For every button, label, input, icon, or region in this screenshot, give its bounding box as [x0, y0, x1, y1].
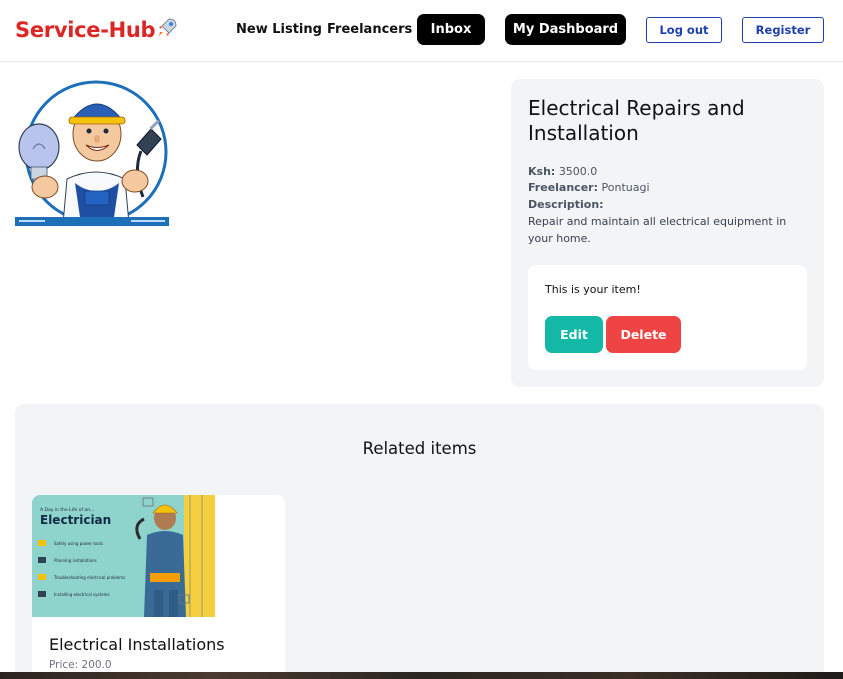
navbar: Service-Hub New Listing Freelancers Inbo…	[0, 0, 843, 62]
freelancer-row: Freelancer: Pontuagi	[528, 181, 650, 194]
price-label: Ksh:	[528, 165, 556, 178]
related-title: Related items	[362, 439, 477, 458]
description-text: Repair and maintain all electrical equip…	[528, 215, 787, 245]
image-heading: Electrician	[40, 513, 111, 527]
nav-freelancers[interactable]: Freelancers	[327, 22, 412, 37]
listing-image	[15, 80, 169, 226]
owner-note: This is your item!	[545, 283, 641, 296]
nav-dashboard-button[interactable]: My Dashboard	[505, 14, 626, 45]
related-items-section: Related items A Day in the Life of an...…	[15, 404, 824, 679]
related-item-image: A Day in the Life of an... Electrician S…	[32, 495, 215, 617]
delete-button[interactable]: Delete	[606, 316, 681, 353]
related-item-card[interactable]: A Day in the Life of an... Electrician S…	[32, 495, 285, 679]
price-row: Ksh: 3500.0	[528, 165, 597, 178]
brand-logo[interactable]: Service-Hub	[15, 16, 179, 42]
related-item-name: Electrical Installations	[49, 635, 225, 654]
image-bullet-2: Planning installations	[54, 558, 97, 563]
image-bullet-4: Installing electrical systems	[54, 592, 110, 597]
image-bullet-1: Safely using power tools	[54, 541, 103, 546]
logout-button[interactable]: Log out	[646, 17, 722, 43]
page-background-strip	[0, 672, 843, 679]
image-bullet-3: Troubleshooting electrical problems	[53, 575, 125, 580]
rocket-icon	[159, 18, 177, 36]
listing-title: Electrical Repairs and Installation	[528, 96, 745, 145]
price-value: 3500.0	[558, 165, 598, 178]
register-button[interactable]: Register	[742, 17, 824, 43]
description-label-text: Description:	[528, 198, 604, 211]
edit-button[interactable]: Edit	[545, 316, 603, 353]
description-label: Description:	[528, 198, 604, 211]
freelancer-name[interactable]: Pontuagi	[602, 181, 650, 194]
nav-inbox-button[interactable]: Inbox	[417, 14, 485, 45]
related-item-price: Price: 200.0	[49, 659, 112, 671]
nav-new-listing[interactable]: New Listing	[236, 22, 322, 37]
owner-actions-box: This is your item! Edit Delete	[528, 265, 807, 370]
freelancer-label: Freelancer:	[528, 181, 598, 194]
brand-name: Service-Hub	[15, 18, 156, 42]
listing-detail-card: Electrical Repairs and Installation Ksh:…	[511, 79, 824, 387]
